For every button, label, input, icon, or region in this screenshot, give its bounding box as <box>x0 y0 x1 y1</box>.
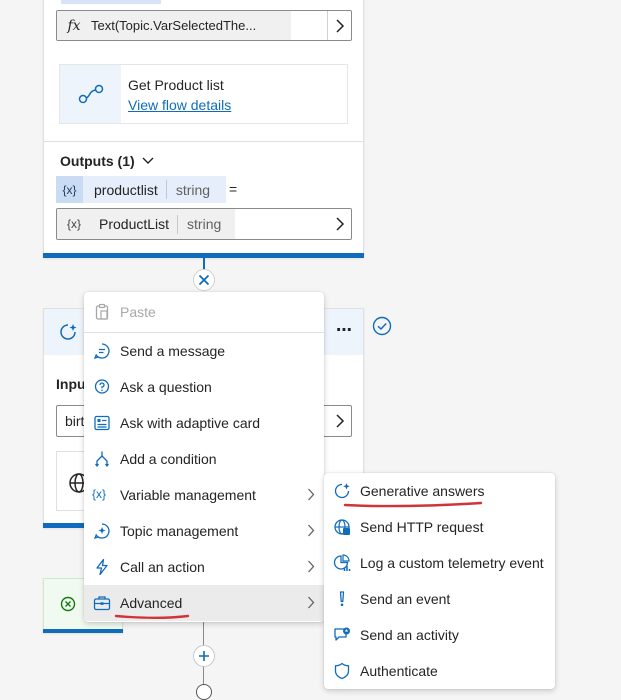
generative-icon <box>60 324 77 340</box>
submenu-item-label: Send an event <box>360 591 451 607</box>
flow-icon <box>78 84 104 104</box>
more-options-icon[interactable]: ⋯ <box>336 320 353 340</box>
chevron-right-icon[interactable] <box>335 18 345 33</box>
expression-text: Text(Topic.VarSelectedThe... <box>91 18 257 33</box>
telemetry-icon <box>333 554 351 571</box>
action-icon <box>96 558 108 576</box>
expression-field[interactable]: fx Text(Topic.VarSelectedThe... <box>56 10 352 41</box>
annotation-underline <box>114 614 190 620</box>
adaptive-card-icon <box>94 415 110 431</box>
submenu-item-send-event[interactable]: Send an event <box>324 581 555 617</box>
generative-icon <box>334 483 350 499</box>
input-value: birt <box>65 413 85 429</box>
value-var-name: ProductList <box>99 216 170 232</box>
output-variable-token[interactable]: {x} productlist string <box>56 176 226 203</box>
variable-icon: {x} <box>92 487 107 501</box>
paste-icon <box>95 303 109 320</box>
chevron-right-icon <box>308 524 315 537</box>
menu-item-label: Paste <box>120 304 156 320</box>
message-icon <box>93 343 110 360</box>
equals-sign: = <box>229 181 238 197</box>
output-value-field[interactable]: {x} ProductList string <box>56 208 352 240</box>
close-icon <box>198 274 210 286</box>
top-partial-chip <box>61 0 161 4</box>
expression-divider <box>327 11 328 40</box>
chevron-right-icon[interactable] <box>335 217 345 231</box>
submenu-item-send-http-request[interactable]: Send HTTP request <box>324 509 555 545</box>
menu-item-ask-question[interactable]: Ask a question <box>84 369 324 405</box>
submenu-item-label: Send an activity <box>360 627 459 643</box>
menu-item-label: Add a condition <box>120 451 217 467</box>
output-var-type: string <box>175 181 211 198</box>
menu-item-topic-management[interactable]: Topic management <box>84 513 324 549</box>
add-node-button[interactable] <box>193 645 215 667</box>
card-divider <box>44 141 363 142</box>
value-divider <box>177 214 179 234</box>
value-chip: {x} ProductList string <box>57 209 235 239</box>
annotation-underline <box>343 501 483 508</box>
add-node-menu: Paste Send a message Ask a question Ask … <box>84 292 324 622</box>
menu-item-paste[interactable]: Paste <box>84 294 324 330</box>
card-bottom-bar <box>43 629 123 633</box>
activity-icon <box>334 627 350 641</box>
flow-title: Get Product list <box>128 77 224 93</box>
event-icon <box>339 591 345 607</box>
variable-icon: {x} <box>66 217 81 231</box>
menu-item-label: Ask a question <box>120 379 212 395</box>
submenu-item-label: Authenticate <box>360 663 438 679</box>
output-var-name: productlist <box>94 181 158 198</box>
menu-item-label: Call an action <box>120 559 205 575</box>
submenu-item-log-telemetry[interactable]: Log a custom telemetry event <box>324 545 555 581</box>
condition-icon <box>95 451 109 467</box>
close-node-button[interactable] <box>193 269 215 291</box>
outputs-label: Outputs (1) <box>60 153 135 169</box>
topic-icon <box>93 523 110 540</box>
menu-item-send-message[interactable]: Send a message <box>84 333 324 369</box>
menu-item-label: Topic management <box>120 523 239 539</box>
menu-item-call-action[interactable]: Call an action <box>84 549 324 585</box>
value-var-type: string <box>187 216 222 232</box>
outputs-header[interactable]: Outputs (1) <box>60 153 154 169</box>
menu-item-add-condition[interactable]: Add a condition <box>84 441 324 477</box>
check-circle-icon <box>372 316 392 336</box>
submenu-item-send-activity[interactable]: Send an activity <box>324 617 555 653</box>
submenu-item-label: Send HTTP request <box>360 519 484 535</box>
menu-item-label: Ask with adaptive card <box>120 415 261 431</box>
submenu-item-label: Generative answers <box>360 483 485 499</box>
fx-icon: fx <box>67 17 81 34</box>
chevron-right-icon[interactable] <box>335 414 345 428</box>
globe-icon <box>334 519 350 535</box>
plus-icon <box>199 651 209 661</box>
input-label: Inpu <box>56 376 86 392</box>
submenu-item-label: Log a custom telemetry event <box>360 555 544 571</box>
flow-box: Get Product list View flow details <box>59 64 348 124</box>
menu-item-variable-management[interactable]: {x} Variable management <box>84 477 324 513</box>
connector-node <box>196 684 212 700</box>
chevron-right-icon <box>308 560 315 573</box>
question-icon <box>94 379 110 394</box>
shield-icon <box>334 662 350 680</box>
token-divider <box>165 180 167 199</box>
view-flow-details-link[interactable]: View flow details <box>128 97 231 113</box>
menu-item-label: Advanced <box>120 595 183 611</box>
chevron-right-icon <box>308 488 315 501</box>
menu-item-adaptive-card[interactable]: Ask with adaptive card <box>84 405 324 441</box>
submenu-item-authenticate[interactable]: Authenticate <box>324 653 555 689</box>
menu-item-label: Variable management <box>120 487 256 503</box>
chevron-down-icon <box>142 157 154 164</box>
formula-chip: fx Text(Topic.VarSelectedThe... <box>57 11 291 40</box>
end-conversation-icon <box>60 596 76 612</box>
flow-icon-box <box>60 65 121 123</box>
menu-item-label: Send a message <box>120 343 226 359</box>
variable-icon: {x} <box>56 176 83 203</box>
toolbox-icon <box>93 596 111 611</box>
chevron-right-icon <box>308 596 315 609</box>
